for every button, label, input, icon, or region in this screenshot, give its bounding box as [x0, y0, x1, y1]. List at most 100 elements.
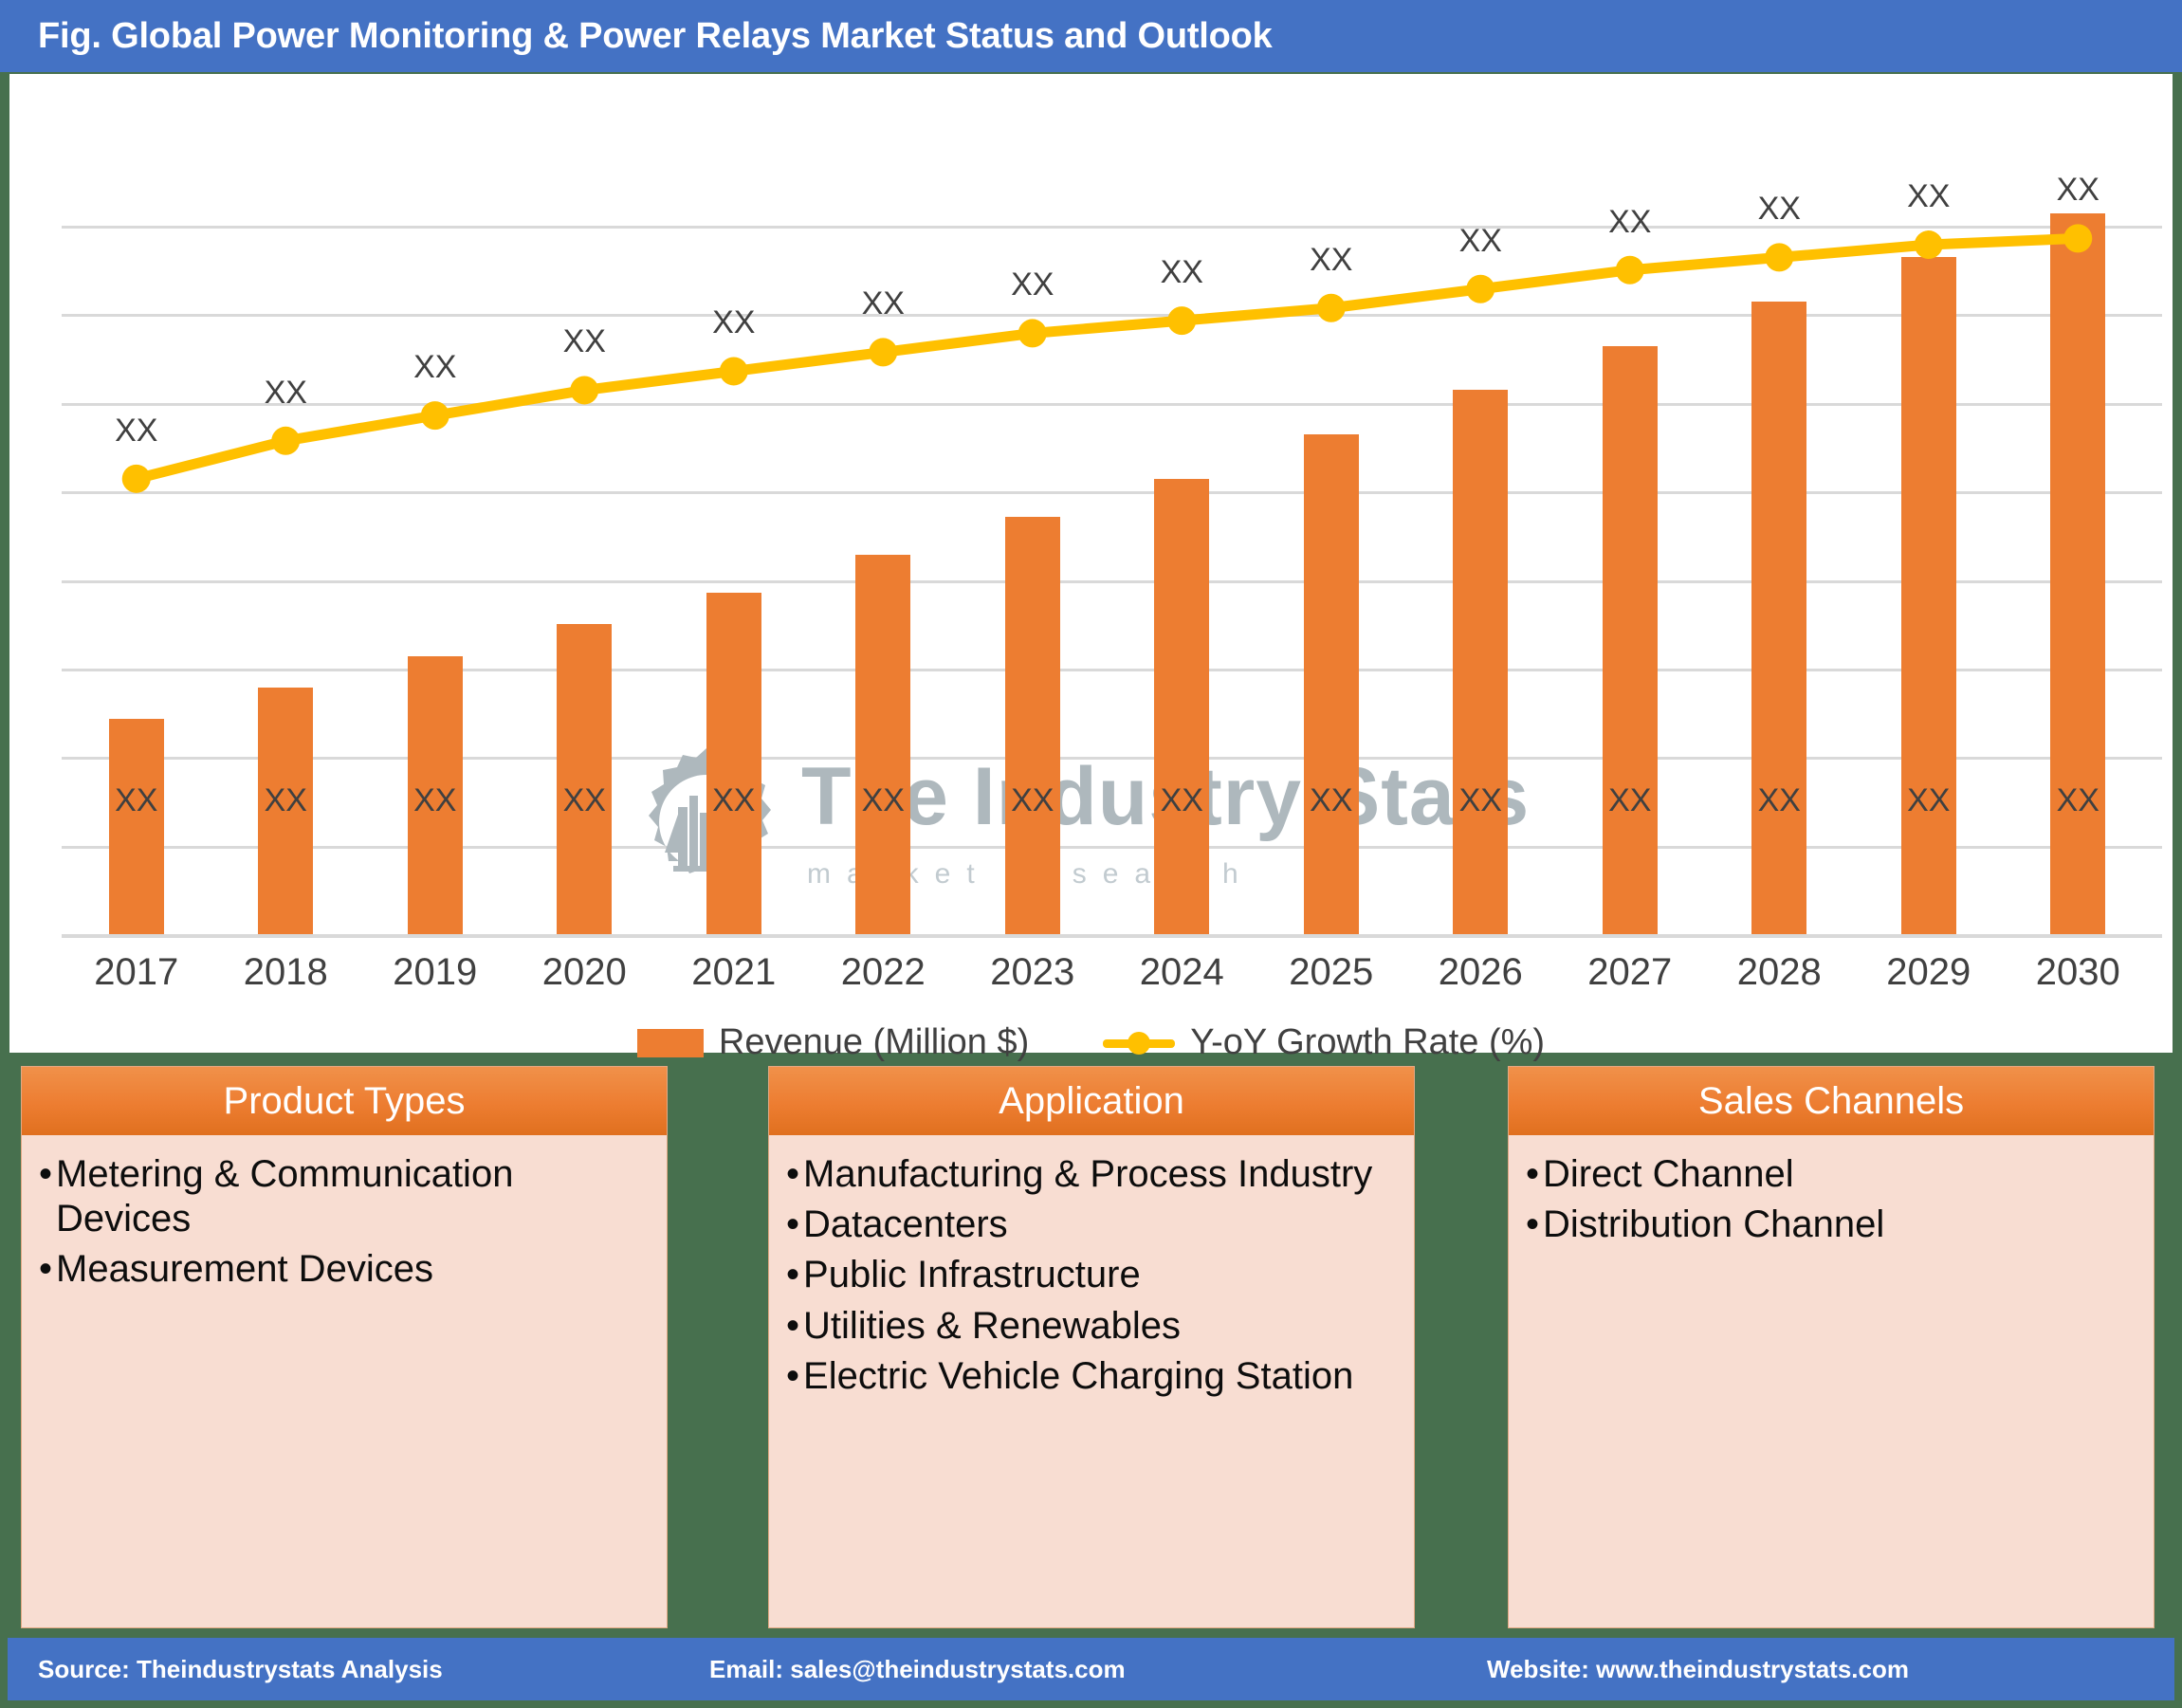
chart-legend: Revenue (Million $) Y-oY Growth Rate (%) [9, 1022, 2173, 1063]
sales-channels-list: • Direct Channel • Distribution Channel [1522, 1152, 2140, 1247]
line-value-label-2030: XX [2056, 172, 2099, 209]
line-value-label-2022: XX [861, 285, 905, 322]
x-axis-tick-2028: 2028 [1736, 951, 1822, 993]
bullet-icon: • [1526, 1203, 1540, 1246]
panel-product-types-title: Product Types [223, 1079, 466, 1122]
panel-sales-channels-title: Sales Channels [1697, 1079, 1965, 1122]
bullet-icon: • [786, 1304, 800, 1347]
bar-value-label-2024: XX [1160, 782, 1203, 818]
list-item: • Datacenters [782, 1203, 1401, 1247]
x-axis-tick-2027: 2027 [1587, 951, 1673, 993]
list-item-label: Distribution Channel [1543, 1203, 1885, 1246]
panel-product-types-header: Product Types [22, 1067, 667, 1135]
list-item-label: Utilities & Renewables [803, 1304, 1181, 1347]
line-value-label-2023: XX [1011, 266, 1054, 303]
footer-source: Source: Theindustrystats Analysis [38, 1654, 443, 1683]
bar-value-label-2021: XX [712, 782, 756, 818]
list-item: • Distribution Channel [1522, 1203, 2140, 1247]
line-value-label-2026: XX [1458, 222, 1502, 259]
legend-bar-swatch-icon [636, 1028, 704, 1057]
x-axis-tick-2029: 2029 [1886, 951, 1971, 993]
x-axis-labels: 2017 2018 2019 2020 2021 2022 2023 2024 2025 2026… [52, 951, 2162, 1008]
x-axis-tick-2024: 2024 [1139, 951, 1224, 993]
x-axis-tick-2018: 2018 [243, 951, 328, 993]
axis-baseline [62, 934, 2162, 938]
line-value-label-2020: XX [562, 323, 606, 360]
list-item-label: Electric Vehicle Charging Station [803, 1354, 1354, 1397]
bar-value-label-2020: XX [562, 782, 606, 818]
bullet-icon: • [786, 1153, 800, 1195]
figure-canvas: Fig. Global Power Monitoring & Power Rel… [0, 0, 2182, 1708]
line-value-label-2025: XX [1310, 241, 1353, 278]
figure-footer: Source: Theindustrystats Analysis Email:… [8, 1638, 2174, 1700]
list-item-label: Measurement Devices [56, 1248, 433, 1291]
panel-application-title: Application [999, 1079, 1184, 1122]
list-item: • Public Infrastructure [782, 1253, 1401, 1297]
list-item: • Electric Vehicle Charging Station [782, 1354, 1401, 1399]
line-value-label-2021: XX [712, 304, 756, 341]
list-item-label: Metering & Communication Devices [56, 1153, 514, 1240]
legend-label-growth-rate: Y-oY Growth Rate (%) [1190, 1022, 1546, 1062]
list-item: • Utilities & Renewables [782, 1304, 1401, 1349]
panel-product-types-body: • Metering & Communication Devices • Measur… [22, 1135, 667, 1627]
figure-title-bar: Fig. Global Power Monitoring & Power Rel… [0, 0, 2182, 72]
bar-value-label-2027: XX [1608, 782, 1652, 818]
x-axis-tick-2023: 2023 [990, 951, 1075, 993]
x-axis-tick-2022: 2022 [840, 951, 926, 993]
x-axis-tick-2025: 2025 [1289, 951, 1374, 993]
list-item: • Direct Channel [1522, 1152, 2140, 1197]
bullet-icon: • [39, 1153, 53, 1195]
product-types-list: • Metering & Communication Devices • Measur… [35, 1152, 653, 1293]
bar-value-label-2029: XX [1907, 782, 1951, 818]
bullet-icon: • [786, 1254, 800, 1296]
x-axis-tick-2021: 2021 [691, 951, 777, 993]
list-item-label: Datacenters [803, 1203, 1008, 1246]
legend-item-growth-rate[interactable]: Y-oY Growth Rate (%) [1103, 1022, 1545, 1063]
data-labels-group: XX XX XX XX XX XX XX XX XX XX XX XX XX XX XX XX XX XX XX XX… [52, 93, 2162, 937]
line-value-label-2017: XX [115, 412, 158, 449]
list-item-label: Direct Channel [1543, 1153, 1794, 1195]
application-list: • Manufacturing & Process Industry • Datace… [782, 1152, 1401, 1399]
x-axis-tick-2030: 2030 [2035, 951, 2120, 993]
panel-application-body: • Manufacturing & Process Industry • Datace… [769, 1135, 1414, 1627]
bar-value-label-2018: XX [264, 782, 307, 818]
panel-application: Application • Manufacturing & Process Ind… [768, 1066, 1415, 1628]
bar-value-label-2017: XX [115, 782, 158, 818]
bullet-icon: • [39, 1248, 53, 1291]
panel-sales-channels-header: Sales Channels [1509, 1067, 2154, 1135]
line-value-label-2027: XX [1608, 203, 1652, 240]
x-axis-tick-2026: 2026 [1438, 951, 1523, 993]
bar-value-label-2026: XX [1458, 782, 1502, 818]
bar-value-label-2030: XX [2056, 782, 2099, 818]
panel-application-header: Application [769, 1067, 1414, 1135]
panel-sales-channels-body: • Direct Channel • Distribution Channel [1509, 1135, 2154, 1627]
x-axis-tick-2017: 2017 [94, 951, 179, 993]
bar-value-label-2019: XX [413, 782, 457, 818]
list-item: • Metering & Communication Devices [35, 1152, 653, 1241]
list-item-label: Public Infrastructure [803, 1254, 1141, 1296]
footer-email[interactable]: Email: sales@theindustrystats.com [709, 1655, 1126, 1684]
bullet-icon: • [786, 1203, 800, 1246]
legend-line-swatch-icon [1103, 1029, 1176, 1057]
line-value-label-2019: XX [413, 349, 457, 386]
bullet-icon: • [1526, 1153, 1540, 1195]
panel-sales-channels: Sales Channels • Direct Channel • Distribut… [1508, 1066, 2154, 1628]
list-item-label: Manufacturing & Process Industry [803, 1153, 1373, 1195]
legend-item-revenue[interactable]: Revenue (Million $) [636, 1022, 1029, 1063]
bar-value-label-2023: XX [1011, 782, 1054, 818]
chart-card: The Industry Stats market research XXXXX… [9, 74, 2173, 1062]
bar-value-label-2028: XX [1757, 782, 1801, 818]
page-title: Fig. Global Power Monitoring & Power Rel… [38, 15, 1273, 56]
bullet-icon: • [786, 1354, 800, 1397]
x-axis-tick-2020: 2020 [541, 951, 627, 993]
bar-value-label-2025: XX [1310, 782, 1353, 818]
panel-product-types: Product Types • Metering & Communication … [21, 1066, 668, 1628]
bar-value-label-2022: XX [861, 782, 905, 818]
x-axis-tick-2019: 2019 [393, 951, 478, 993]
line-value-label-2024: XX [1160, 254, 1203, 291]
list-item: • Measurement Devices [35, 1247, 653, 1292]
footer-website[interactable]: Website: www.theindustrystats.com [1487, 1655, 1909, 1684]
category-panels: Product Types • Metering & Communication … [0, 1066, 2182, 1635]
line-value-label-2028: XX [1757, 191, 1801, 228]
line-value-label-2029: XX [1907, 178, 1951, 215]
